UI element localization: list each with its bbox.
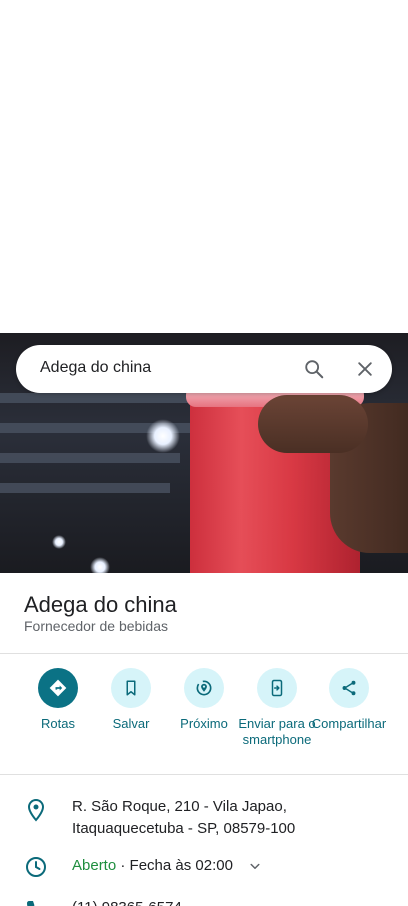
save-label: Salvar [112, 716, 150, 731]
closing-time: Fecha às 02:00 [129, 857, 233, 874]
directions-label: Rotas [41, 716, 75, 731]
close-icon[interactable] [353, 357, 377, 381]
photo-light [52, 535, 66, 549]
divider [0, 774, 408, 775]
share-icon [329, 668, 369, 708]
location-pin-icon [24, 798, 48, 822]
map-blank-area[interactable] [0, 0, 408, 333]
hours-separator: · [116, 857, 130, 874]
photo-ceiling-stripe [0, 393, 200, 403]
photo-ceiling-stripe [0, 453, 180, 463]
place-details-screen: Adega do china Adega do china Fornecedor… [0, 0, 408, 906]
open-status: Aberto [72, 857, 117, 874]
search-icon[interactable] [302, 357, 326, 381]
directions-button[interactable]: Rotas [18, 668, 98, 732]
divider [0, 653, 408, 654]
nearby-icon [184, 668, 224, 708]
nearby-button[interactable]: Próximo [164, 668, 244, 732]
photo-light [146, 419, 180, 453]
search-bar[interactable]: Adega do china [16, 345, 392, 393]
phone-icon [24, 898, 48, 906]
share-button[interactable]: Compartilhar [309, 668, 389, 732]
photo-light [90, 557, 110, 573]
phone-text: (11) 98365-6574 [72, 897, 182, 906]
send-to-phone-icon [257, 668, 297, 708]
photo-finger [258, 395, 368, 453]
save-button[interactable]: Salvar [91, 668, 171, 732]
photo-ceiling-stripe [0, 483, 170, 493]
phone-row[interactable]: (11) 98365-6574 [0, 896, 408, 906]
share-label: Compartilhar [311, 716, 387, 731]
search-query-text[interactable]: Adega do china [40, 359, 151, 377]
bookmark-icon [111, 668, 151, 708]
hours-text: Aberto · Fecha às 02:00 [72, 855, 233, 877]
directions-icon [38, 668, 78, 708]
action-bar: Rotas Salvar Próximo Enviar para o smart… [0, 668, 408, 768]
place-title: Adega do china [24, 592, 177, 617]
place-category[interactable]: Fornecedor de bebidas [24, 618, 168, 634]
address-text: R. São Roque, 210 - Vila Japao, Itaquaqu… [72, 798, 296, 837]
send-to-phone-button[interactable]: Enviar para o smartphone [237, 668, 317, 748]
send-to-phone-label: Enviar para o smartphone [238, 716, 316, 747]
chevron-down-icon[interactable] [246, 857, 264, 875]
clock-icon [24, 855, 48, 879]
nearby-label: Próximo [180, 716, 228, 731]
